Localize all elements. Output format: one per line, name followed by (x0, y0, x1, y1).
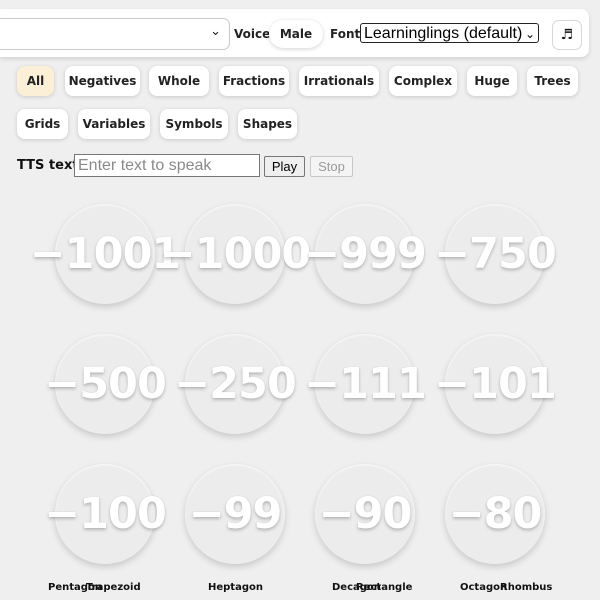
play-button[interactable]: Play (264, 156, 305, 177)
voice-label: Voice (234, 27, 271, 41)
mode-select[interactable]: ⌄ (0, 18, 230, 50)
chip-irrationals[interactable]: Irrationals (299, 66, 379, 96)
chevron-down-icon: ⌄ (210, 24, 221, 39)
stop-button[interactable]: Stop (310, 156, 353, 177)
chip-grids[interactable]: Grids (17, 109, 68, 139)
number-label: −100 (44, 489, 167, 539)
top-toolbar: ⌄ Voice Male Font Learninglings (default… (0, 9, 589, 57)
shape-caption: Trapezoid (86, 582, 141, 593)
number-label: −999 (304, 229, 427, 279)
voice-button[interactable]: Male (269, 20, 323, 48)
chip-shapes[interactable]: Shapes (238, 109, 297, 139)
music-button[interactable]: ♬ (552, 20, 582, 50)
tts-label: TTS text (17, 158, 79, 173)
chip-whole[interactable]: Whole (149, 66, 209, 96)
number-label: −111 (304, 359, 427, 409)
number-label: −99 (188, 489, 283, 539)
chevron-down-icon: ⌄ (524, 27, 535, 41)
number-label: −80 (448, 489, 543, 539)
chip-complex[interactable]: Complex (389, 66, 457, 96)
chip-negatives[interactable]: Negatives (65, 66, 140, 96)
number-label: −750 (434, 229, 557, 279)
font-label: Font (330, 27, 361, 41)
font-select[interactable]: Learninglings (default) ⌄ (360, 23, 539, 43)
chip-symbols[interactable]: Symbols (160, 109, 228, 139)
number-label: −101 (434, 359, 557, 409)
music-note-icon: ♬ (560, 27, 574, 43)
number-label: −250 (174, 359, 297, 409)
number-label: −1001 (29, 229, 182, 279)
font-select-value: Learninglings (default) (364, 25, 523, 42)
tts-input[interactable] (74, 154, 260, 177)
chip-fractions[interactable]: Fractions (219, 66, 289, 96)
chip-variables[interactable]: Variables (78, 109, 150, 139)
shape-caption: Heptagon (208, 582, 263, 593)
chip-trees[interactable]: Trees (527, 66, 578, 96)
chip-all[interactable]: All (17, 66, 54, 96)
number-label: −500 (44, 359, 167, 409)
number-label: −90 (318, 489, 413, 539)
shape-caption: Rectangle (356, 582, 413, 593)
chip-huge[interactable]: Huge (467, 66, 517, 96)
shape-caption: Rhombus (500, 582, 553, 593)
number-label: −1000 (159, 229, 312, 279)
